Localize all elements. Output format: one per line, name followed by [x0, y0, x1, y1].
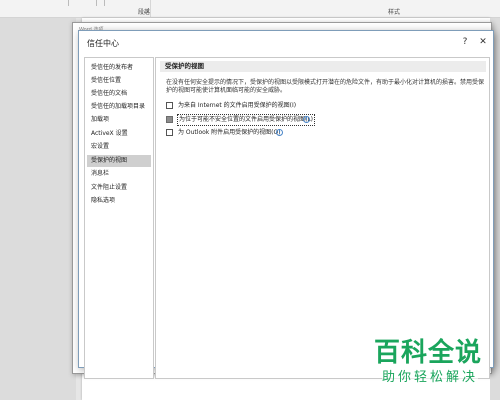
nav-item-file-block-settings[interactable]: 文件阻止设置 [87, 182, 151, 194]
nav-item-privacy-options[interactable]: 隐私选项 [87, 195, 151, 207]
nav-item-protected-view[interactable]: 受保护的视图 [87, 155, 151, 167]
section-header: 受保护的视图 [160, 61, 486, 72]
watermark-logo-text: 百科全说 [374, 338, 483, 368]
trust-center-dialog: 信任中心 ? ✕ 受信任的发布者 受信任位置 受信任的文档 受信任的加载项目录 … [78, 30, 494, 379]
trust-center-nav: 受信任的发布者 受信任位置 受信任的文档 受信任的加载项目录 加载项 Activ… [84, 57, 154, 379]
option-label[interactable]: 为 Outlook 附件启用受保护的视图(O) [178, 128, 281, 138]
nav-item-activex-settings[interactable]: ActiveX 设置 [87, 128, 151, 140]
ribbon-tick [104, 0, 105, 6]
ribbon-tick [96, 0, 97, 6]
dialog-title: 信任中心 [87, 39, 119, 48]
nav-item-trusted-publishers[interactable]: 受信任的发布者 [87, 62, 151, 74]
info-icon: i [276, 129, 283, 136]
nav-item-message-bar[interactable]: 消息栏 [87, 168, 151, 180]
option-internet-files[interactable]: 为来自 Internet 的文件启用受保护的视图(I) [166, 101, 486, 112]
option-label[interactable]: 为来自 Internet 的文件启用受保护的视图(I) [178, 101, 296, 111]
document-left-margin [0, 18, 76, 400]
paragraph-dialog-launcher-icon[interactable] [144, 8, 149, 13]
nav-item-addins[interactable]: 加载项 [87, 114, 151, 126]
checkbox-outlook-attachments[interactable] [166, 129, 173, 136]
protected-view-panel: 受保护的视图 在没有任何安全提示的情况下，受保护的视图以受限模式打开潜在的危险文… [155, 57, 490, 379]
nav-item-trusted-addin-catalogs[interactable]: 受信任的加载项目录 [87, 101, 151, 113]
option-label[interactable]: 为位于可能不安全位置的文件启用受保护的视图(L) [177, 114, 316, 126]
word-ribbon: 段落 样式 [0, 0, 500, 18]
nav-item-trusted-documents[interactable]: 受信任的文档 [87, 88, 151, 100]
watermark-slogan: 助你轻松解决 [382, 370, 479, 386]
option-outlook-attachments[interactable]: 为 Outlook 附件启用受保护的视图(O) i [166, 128, 486, 139]
protected-view-description: 在没有任何安全提示的情况下，受保护的视图以受限模式打开潜在的危险文件，有助于最小… [166, 79, 485, 94]
checkbox-unsafe-locations[interactable] [166, 116, 173, 123]
checkbox-internet-files[interactable] [166, 102, 173, 109]
help-icon[interactable]: ? [459, 36, 471, 49]
nav-item-trusted-locations[interactable]: 受信任位置 [87, 75, 151, 87]
ribbon-tick [68, 0, 69, 6]
nav-item-macro-settings[interactable]: 宏设置 [87, 141, 151, 153]
ribbon-separator [150, 0, 151, 18]
ribbon-group-styles: 样式 [388, 9, 401, 16]
dialog-title-bar[interactable]: 信任中心 ? ✕ [79, 31, 493, 53]
close-icon[interactable]: ✕ [477, 36, 489, 49]
info-icon: i [303, 116, 310, 123]
option-unsafe-locations[interactable]: 为位于可能不安全位置的文件启用受保护的视图(L) i [166, 114, 486, 126]
